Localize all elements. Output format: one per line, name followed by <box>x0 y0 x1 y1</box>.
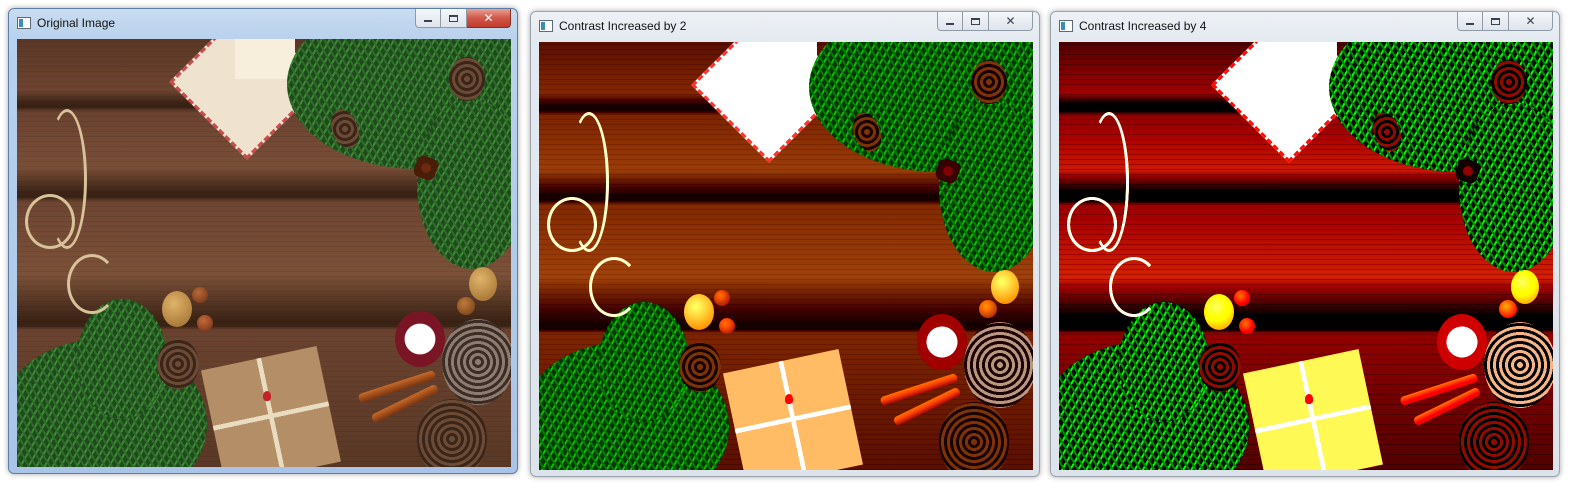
candle <box>395 311 445 367</box>
image-canvas <box>539 42 1033 470</box>
minimize-button[interactable] <box>937 12 963 31</box>
maximize-icon <box>1491 17 1500 25</box>
close-button[interactable]: ✕ <box>467 9 511 28</box>
close-button[interactable]: ✕ <box>989 12 1033 31</box>
close-icon: ✕ <box>483 11 494 25</box>
window-title: Original Image <box>37 16 116 30</box>
christmas-scene-image <box>1059 42 1553 470</box>
minimize-icon <box>1466 23 1474 25</box>
titlebar[interactable]: Original Image ✕ <box>9 9 517 37</box>
app-icon[interactable] <box>17 17 31 29</box>
window-contrast-4[interactable]: Contrast Increased by 4 ✕ <box>1050 11 1560 477</box>
image-canvas <box>17 39 511 467</box>
minimize-icon <box>424 20 432 22</box>
maximize-button[interactable] <box>441 9 467 28</box>
image-canvas <box>1059 42 1553 470</box>
window-title: Contrast Increased by 4 <box>1079 19 1207 33</box>
window-contrast-2[interactable]: Contrast Increased by 2 ✕ <box>530 11 1040 477</box>
minimize-button[interactable] <box>415 9 441 28</box>
window-controls: ✕ <box>937 12 1033 31</box>
minimize-icon <box>946 23 954 25</box>
christmas-scene-image <box>539 42 1033 470</box>
window-original-image[interactable]: Original Image ✕ <box>8 8 518 474</box>
window-controls: ✕ <box>1457 12 1553 31</box>
close-button[interactable]: ✕ <box>1509 12 1553 31</box>
minimize-button[interactable] <box>1457 12 1483 31</box>
candle <box>917 314 967 370</box>
titlebar[interactable]: Contrast Increased by 2 ✕ <box>531 12 1039 40</box>
maximize-button[interactable] <box>963 12 989 31</box>
close-icon: ✕ <box>1005 14 1016 28</box>
christmas-scene-image <box>17 39 511 467</box>
maximize-button[interactable] <box>1483 12 1509 31</box>
candle <box>1437 314 1487 370</box>
maximize-icon <box>449 14 458 22</box>
app-icon[interactable] <box>539 20 553 32</box>
maximize-icon <box>971 17 980 25</box>
window-controls: ✕ <box>415 9 511 28</box>
titlebar[interactable]: Contrast Increased by 4 ✕ <box>1051 12 1559 40</box>
app-icon[interactable] <box>1059 20 1073 32</box>
window-title: Contrast Increased by 2 <box>559 19 687 33</box>
close-icon: ✕ <box>1525 14 1536 28</box>
